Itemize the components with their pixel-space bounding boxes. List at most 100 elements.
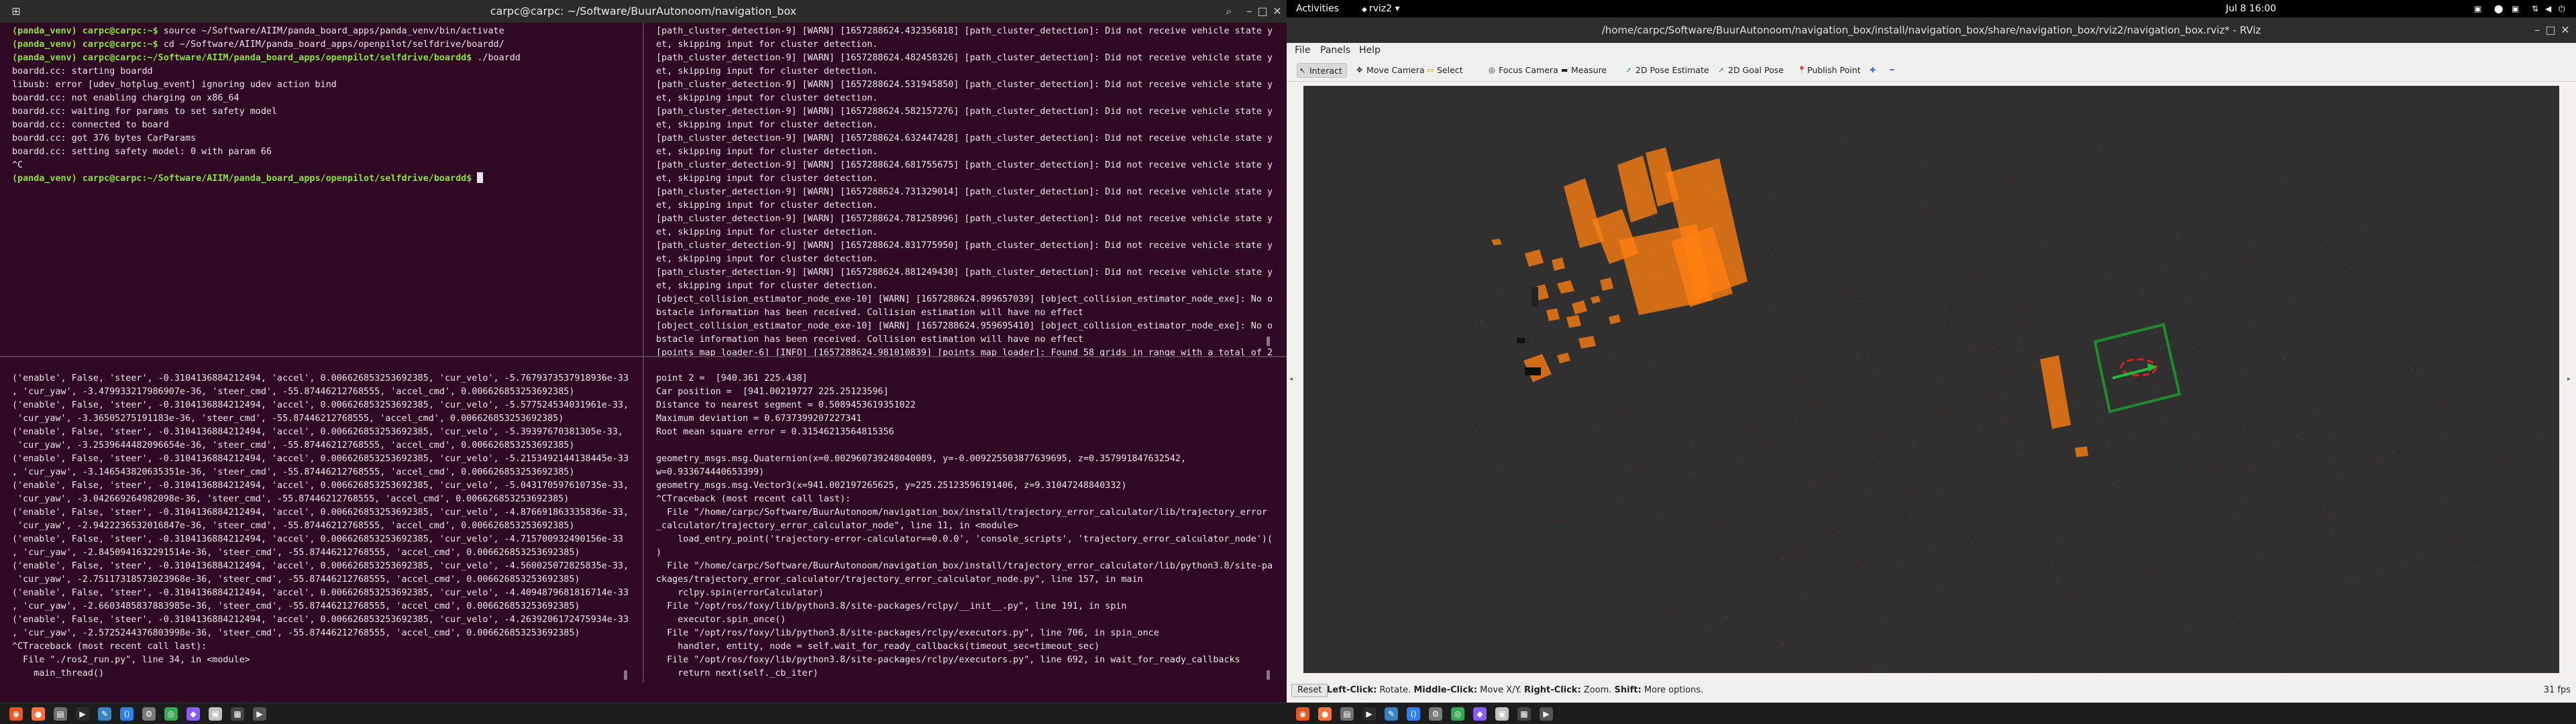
obstacle-box [2040,355,2071,429]
minus-icon: ━ [1890,66,1894,74]
tool-label: Select [1437,65,1463,75]
vscode-icon[interactable]: ⟨⟩ [120,707,133,721]
rviz-icon[interactable]: ◆ [186,707,200,721]
scrollbar-top-right[interactable] [1267,337,1270,346]
terminal-line: File "./ros2_run.py", line 34, in <modul… [12,655,250,665]
terminal-pane-top-left[interactable]: (panda_venv) carpc@carpc:~$ source ~/Sof… [0,23,643,356]
terminal-line: boardd.cc: got 376 bytes CarParams [12,132,631,145]
firefox-icon[interactable]: ● [1318,707,1332,721]
add-tool-button[interactable]: ✚ [1868,63,1877,78]
close-icon[interactable]: ✕ [1269,3,1285,19]
tool-select[interactable]: ▭ Select [1425,63,1463,78]
tray-icon[interactable]: ▣ [2474,0,2481,17]
point-cloud-scene[interactable] [1303,86,2559,673]
text-editor-icon[interactable]: ✎ [98,707,111,721]
power-icon[interactable]: ⏻ [2559,0,2565,17]
tool-2d-goal-pose[interactable]: ➚ 2D Goal Pose [1716,63,1784,78]
chrome-icon[interactable]: ◎ [1451,707,1464,721]
maximize-icon[interactable]: □ [1254,3,1271,19]
settings-icon[interactable]: ⚙ [142,707,156,721]
tool-2d-pose-estimate[interactable]: ➚ 2D Pose Estimate [1623,63,1709,78]
left-dock-handle[interactable]: ◂ [1289,375,1293,385]
terminal-line: et, skipping input for cluster detection… [656,66,878,76]
settings-icon[interactable]: ⚙ [1429,707,1442,721]
terminal-line: Root mean square error = 0.3154621356481… [656,427,894,437]
obstacle-box [1491,239,1502,245]
menu-file[interactable]: File [1295,43,1310,58]
pane-divider-horizontal[interactable] [0,356,1287,357]
clock[interactable]: Jul 8 16:00 [2226,0,2276,17]
terminal-line: load_entry_point('trajectory-error-calcu… [656,534,1273,544]
terminal-line: (panda_venv) carpc@carpc:~/Software/AIIM… [12,172,631,186]
prompt: (panda_venv) carpc@carpc:~$ [12,40,158,50]
tool-focus-camera[interactable]: ◎ Focus Camera [1487,63,1558,78]
terminal-line: ckages/trajectory_error_calculator/traje… [656,575,1143,585]
rviz-icon[interactable]: ◆ [1473,707,1487,721]
menu-help[interactable]: Help [1359,43,1381,58]
files-icon[interactable]: ▤ [54,707,67,721]
app-icon[interactable]: ▦ [231,707,244,721]
terminal-icon[interactable]: ▶ [253,707,266,721]
terminal-line: return next(self._cb_iter) [656,668,818,678]
remove-tool-button[interactable]: ━ [1888,63,1897,78]
activities-button[interactable]: Activities [1296,0,1339,17]
maximize-icon[interactable]: □ [2542,22,2559,38]
terminal-line: ('enable', False, 'steer', -0.3104136884… [12,481,629,491]
terminal-line: et, skipping input for cluster detection… [656,147,878,157]
terminal-line: et, skipping input for cluster detection… [656,227,878,237]
terminal-line: 'cur_yaw', -3.253964448209665​4e-36, 'st… [12,440,575,450]
terminal-pane-bottom-left[interactable]: ('enable', False, 'steer', -0.3104136884… [0,370,643,682]
right-dock-handle[interactable]: ▸ [2567,375,2571,385]
search-icon[interactable]: ⌕ [1221,3,1237,19]
chrome-icon[interactable]: ◎ [164,707,178,721]
obstacle-box [1566,315,1581,328]
text-editor-icon[interactable]: ✎ [1385,707,1398,721]
scrollbar-bottom-right[interactable] [1267,670,1270,680]
app-icon[interactable]: ▣ [1495,707,1509,721]
status-key: Middle-Click: [1413,685,1478,695]
tool-measure[interactable]: ▬ Measure [1559,63,1607,78]
terminal-icon[interactable]: ▶ [1362,707,1376,721]
scrollbar-bottom-left[interactable] [624,670,627,680]
status-bar: Reset Left-Click: Rotate. Middle-Click: … [1287,681,2576,700]
app-icon[interactable]: ▣ [209,707,222,721]
tool-label: Interact [1309,66,1342,76]
vscode-icon[interactable]: ⟨⟩ [1407,707,1420,721]
terminal-pane-bottom-right[interactable]: point 2 = [940.361 225.438] Car position … [644,370,1287,682]
vehicle-arrow [2112,366,2155,379]
terminal-line: et, skipping input for cluster detection… [656,281,878,291]
terminal-pane-top-right[interactable]: [path_cluster_detection-9] [WARN] [16572… [644,23,1287,356]
terminal-line: , 'cur_yaw', -2.845094163229151​4e-36, '… [12,548,580,558]
reset-button[interactable]: Reset [1291,684,1328,697]
firefox-icon[interactable]: ● [32,707,45,721]
tool-bar: ↖ Interact ✥ Move Camera ▭ Select ◎ Focus Ca… [1287,59,2576,82]
command: cd ~/Software/AIIM/panda_board_apps/open… [158,40,504,50]
new-tab-icon[interactable]: ⊞ [8,3,24,19]
tool-publish-point[interactable]: 📍 Publish Point [1795,63,1861,78]
move-camera-icon: ✥ [1356,66,1363,74]
app-menu[interactable]: ◆ rviz2 ▾ [1362,0,1400,19]
3d-viewport[interactable] [1303,86,2559,673]
tray-icon[interactable]: ⬤ [2494,0,2503,17]
menu-panels[interactable]: Panels [1320,43,1350,58]
terminal-icon[interactable]: ▶ [1540,707,1553,721]
terminal-line: [points_map_loader-6] [INFO] [1657288624… [656,348,1273,356]
terminal-line: ^CTraceback (most recent call last): [12,642,207,652]
app-icon[interactable]: ▦ [1517,707,1531,721]
tool-label: 2D Pose Estimate [1635,65,1709,75]
terminal-line: bstacle information has been received. C… [656,335,1083,345]
close-icon[interactable]: ✕ [2557,22,2573,38]
pane-divider-vertical[interactable] [643,23,644,682]
terminal-icon[interactable]: ▶ [76,707,89,721]
tool-move-camera[interactable]: ✥ Move Camera [1354,63,1425,78]
volume-icon[interactable]: ◀ [2545,0,2551,17]
tray-icon[interactable]: ▣ [2512,0,2519,17]
ubuntu-icon[interactable]: ◉ [9,707,23,721]
obstacle-box [1609,314,1621,324]
ubuntu-icon[interactable]: ◉ [1296,707,1309,721]
terminal-line: ('enable', False, 'steer', -0.3104136884… [12,373,629,383]
terminal-line: ('enable', False, 'steer', -0.3104136884… [12,400,629,410]
files-icon[interactable]: ▤ [1340,707,1354,721]
network-icon[interactable]: ⇅ [2532,0,2538,17]
tool-interact[interactable]: ↖ Interact [1297,63,1347,78]
